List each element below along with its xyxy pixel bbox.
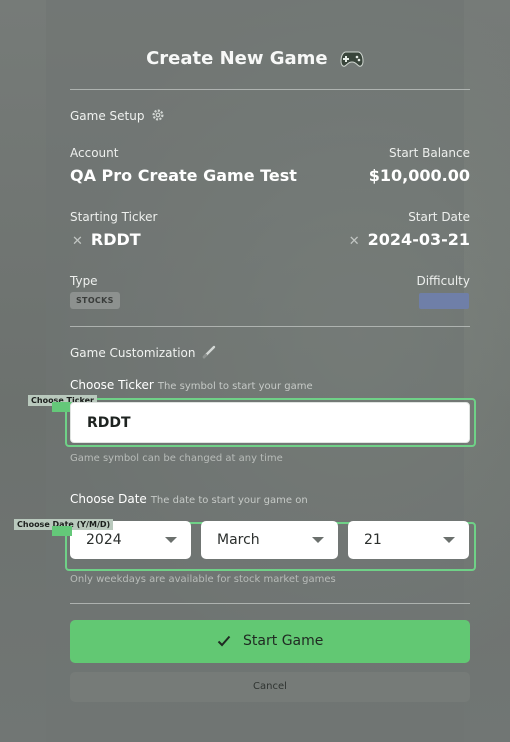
divider: [70, 326, 470, 327]
type-label: Type: [70, 274, 98, 288]
starting-ticker-value: ✕ RDDT: [72, 230, 141, 249]
chevron-down-icon: [312, 537, 324, 543]
close-icon[interactable]: ✕: [349, 234, 360, 249]
gear-icon: [151, 108, 165, 125]
day-select[interactable]: 21: [348, 521, 469, 559]
starting-ticker-label: Starting Ticker: [70, 210, 158, 224]
date-helper-text: Only weekdays are available for stock ma…: [70, 574, 336, 585]
game-customization-heading: Game Customization: [70, 345, 216, 362]
start-date-value: ✕ 2024-03-21: [348, 230, 470, 249]
ticker-input[interactable]: RDDT: [70, 402, 470, 443]
cancel-button[interactable]: Cancel: [70, 672, 470, 702]
start-date-label: Start Date: [408, 210, 470, 224]
divider: [70, 603, 470, 604]
start-balance-label: Start Balance: [389, 146, 470, 160]
account-label: Account: [70, 146, 119, 160]
ticker-tag-marker: [52, 402, 72, 412]
modal-title-text: Create New Game: [146, 48, 328, 69]
start-game-button[interactable]: Start Game: [70, 620, 470, 663]
difficulty-indicator: [419, 293, 469, 309]
pencil-icon: [202, 345, 216, 362]
account-value: QA Pro Create Game Test: [70, 166, 297, 185]
month-select[interactable]: March: [201, 521, 338, 559]
chevron-down-icon: [165, 537, 177, 543]
ticker-helper-text: Game symbol can be changed at any time: [70, 453, 283, 464]
date-tag-marker: [52, 526, 72, 536]
divider: [70, 89, 470, 90]
start-balance-value: $10,000.00: [368, 166, 470, 185]
chevron-down-icon: [443, 537, 455, 543]
difficulty-label: Difficulty: [416, 274, 470, 288]
check-icon: [217, 633, 243, 649]
game-setup-heading: Game Setup: [70, 108, 165, 125]
choose-date-label: Choose Date The date to start your game o…: [70, 492, 308, 506]
gamepad-icon: [340, 50, 364, 73]
type-badge: STOCKS: [70, 292, 120, 309]
modal-title: Create New Game: [0, 48, 510, 73]
choose-ticker-label: Choose Ticker The symbol to start your ga…: [70, 378, 313, 392]
close-icon[interactable]: ✕: [72, 234, 83, 249]
